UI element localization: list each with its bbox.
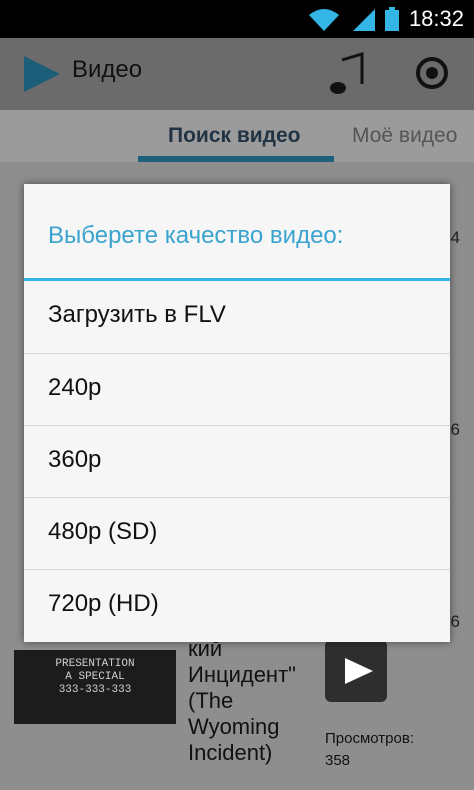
option-240p[interactable]: 240p: [24, 353, 450, 425]
app-bar: Видео: [0, 38, 474, 110]
clock: 18:32: [408, 6, 464, 31]
signal-icon: [352, 9, 375, 31]
tab-search-video[interactable]: Поиск видео: [168, 124, 301, 148]
side-number: 6: [450, 420, 460, 439]
option-label: 360p: [48, 446, 102, 473]
option-360p[interactable]: 360p: [24, 425, 450, 497]
video-title-fragment: кий Инцидент" (The Wyoming Incident): [188, 636, 296, 765]
side-number: 4: [450, 228, 460, 247]
battery-icon: [384, 7, 399, 31]
tab-my-video[interactable]: Моё видео: [352, 124, 457, 148]
option-flv[interactable]: Загрузить в FLV: [24, 281, 450, 353]
thumbnail-text: PRESENTATION A SPECIAL 333-333-333: [55, 658, 135, 696]
music-icon[interactable]: [328, 52, 368, 96]
option-label: 720p (HD): [48, 590, 159, 617]
option-label: 240p: [48, 374, 102, 401]
option-label: Загрузить в FLV: [48, 301, 226, 328]
option-720p[interactable]: 720p (HD): [24, 569, 450, 641]
views-count: Просмотров: 358: [325, 730, 414, 769]
tab-bar: Поиск видео Моё видео: [0, 110, 474, 162]
settings-gear-icon[interactable]: [410, 50, 454, 96]
youtube-icon[interactable]: [325, 640, 387, 702]
wifi-icon: [308, 9, 339, 31]
app-logo-icon: [24, 56, 60, 92]
video-thumbnail[interactable]: PRESENTATION A SPECIAL 333-333-333: [14, 650, 176, 724]
status-icons: 18:32: [307, 0, 464, 38]
quality-dialog: Выберете качество видео: Загрузить в FLV…: [24, 184, 450, 642]
status-bar: 18:32: [0, 0, 474, 38]
side-number: 6: [450, 612, 460, 631]
dialog-title: Выберете качество видео:: [48, 222, 344, 249]
app-title: Видео: [72, 56, 143, 83]
option-480p[interactable]: 480p (SD): [24, 497, 450, 569]
option-label: 480p (SD): [48, 518, 158, 545]
